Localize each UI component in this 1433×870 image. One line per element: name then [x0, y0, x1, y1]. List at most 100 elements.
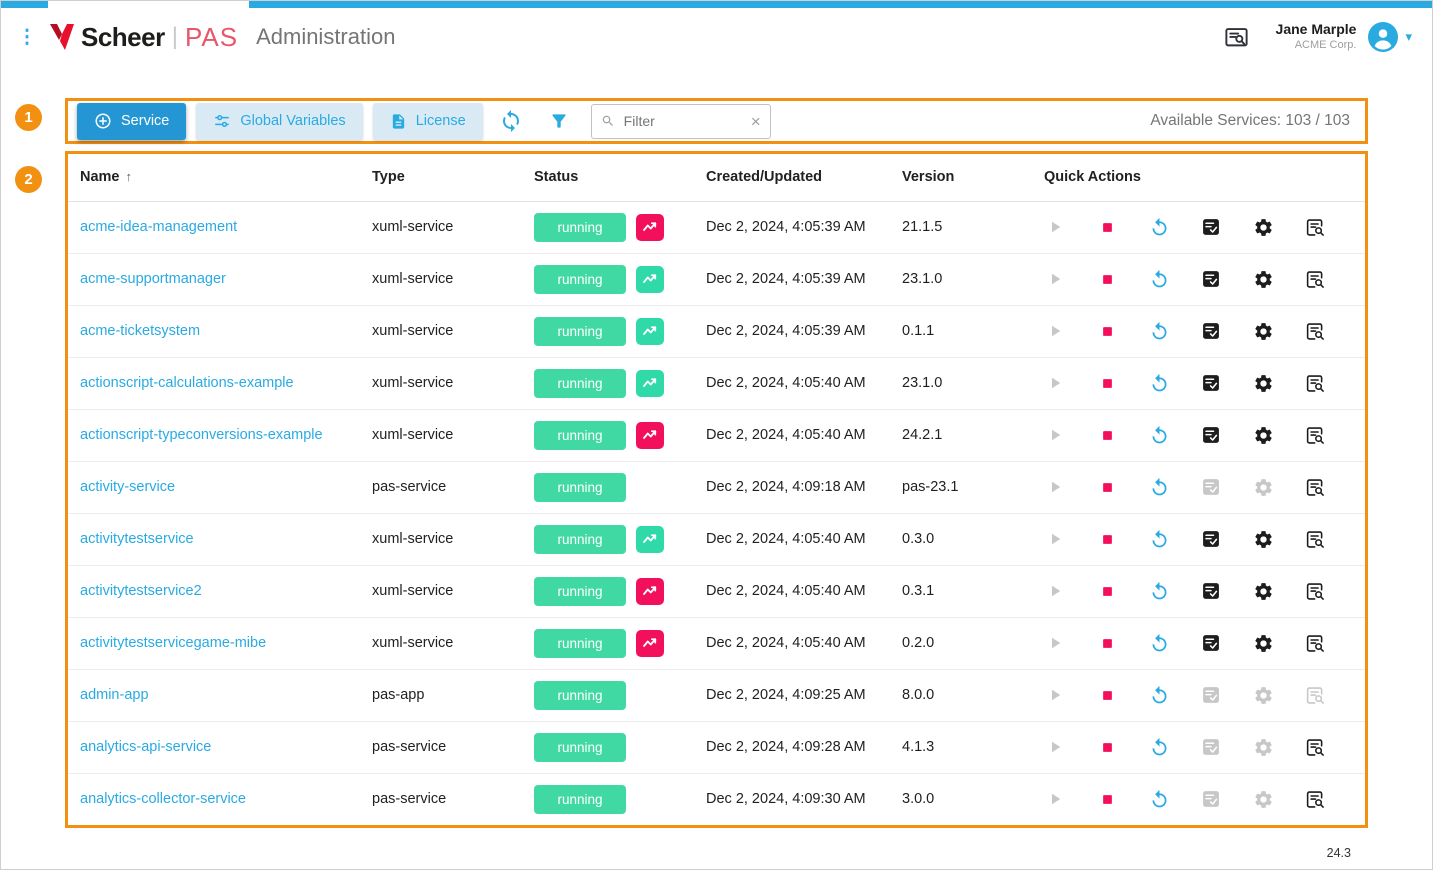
restart-icon-button[interactable]	[1148, 321, 1170, 342]
restart-icon-button[interactable]	[1148, 425, 1170, 446]
logs-icon-button[interactable]	[1200, 269, 1222, 289]
restart-icon-button[interactable]	[1148, 581, 1170, 602]
logs-icon-button[interactable]	[1200, 529, 1222, 549]
restart-icon-button[interactable]	[1148, 269, 1170, 290]
logs-icon-button[interactable]	[1200, 373, 1222, 393]
api-docs-icon-button[interactable]	[1304, 737, 1326, 758]
stop-icon-button[interactable]	[1096, 688, 1118, 703]
column-header-created[interactable]: Created/Updated	[694, 154, 890, 201]
start-icon-button[interactable]	[1044, 322, 1066, 340]
service-name-link[interactable]: activitytestservice	[80, 531, 194, 547]
service-name-link[interactable]: activitytestservicegame-mibe	[80, 635, 266, 651]
settings-icon-button[interactable]	[1252, 373, 1274, 394]
monitoring-chart-icon[interactable]	[636, 318, 664, 345]
service-name-link[interactable]: acme-idea-management	[80, 219, 237, 235]
license-button[interactable]: License	[373, 103, 483, 140]
refresh-list-icon[interactable]	[499, 109, 523, 133]
stop-icon-button[interactable]	[1096, 220, 1118, 235]
user-avatar[interactable]	[1368, 22, 1398, 52]
settings-icon-button[interactable]	[1252, 321, 1274, 342]
settings-icon-button[interactable]	[1252, 269, 1274, 290]
monitoring-chart-icon[interactable]	[636, 630, 664, 657]
settings-icon-button[interactable]	[1252, 789, 1274, 810]
monitoring-chart-icon[interactable]	[636, 370, 664, 397]
restart-icon-button[interactable]	[1148, 477, 1170, 498]
column-header-name[interactable]: Name↑	[68, 154, 360, 201]
service-name-link[interactable]: admin-app	[80, 687, 149, 703]
service-name-link[interactable]: analytics-collector-service	[80, 791, 246, 807]
monitoring-chart-icon[interactable]	[636, 214, 664, 241]
start-icon-button[interactable]	[1044, 374, 1066, 392]
restart-icon-button[interactable]	[1148, 217, 1170, 238]
api-docs-icon-button[interactable]	[1304, 789, 1326, 810]
logs-icon-button[interactable]	[1200, 633, 1222, 653]
api-docs-icon-button[interactable]	[1304, 685, 1326, 706]
logs-icon-button[interactable]	[1200, 581, 1222, 601]
stop-icon-button[interactable]	[1096, 324, 1118, 339]
filter-funnel-icon[interactable]	[549, 111, 569, 131]
column-header-version[interactable]: Version	[890, 154, 1032, 201]
service-name-link[interactable]: acme-supportmanager	[80, 271, 226, 287]
api-docs-icon-button[interactable]	[1304, 321, 1326, 342]
logs-icon-button[interactable]	[1200, 217, 1222, 237]
start-icon-button[interactable]	[1044, 790, 1066, 808]
start-icon-button[interactable]	[1044, 582, 1066, 600]
settings-icon-button[interactable]	[1252, 581, 1274, 602]
log-analyzer-icon[interactable]	[1223, 24, 1250, 51]
stop-icon-button[interactable]	[1096, 272, 1118, 287]
restart-icon-button[interactable]	[1148, 633, 1170, 654]
clear-filter-icon[interactable]: ×	[751, 113, 761, 130]
logs-icon-button[interactable]	[1200, 789, 1222, 809]
service-name-link[interactable]: acme-ticketsystem	[80, 323, 200, 339]
stop-icon-button[interactable]	[1096, 740, 1118, 755]
menu-kebab-icon[interactable]: ⋮	[9, 26, 45, 49]
settings-icon-button[interactable]	[1252, 217, 1274, 238]
api-docs-icon-button[interactable]	[1304, 477, 1326, 498]
start-icon-button[interactable]	[1044, 530, 1066, 548]
column-header-type[interactable]: Type	[360, 154, 522, 201]
monitoring-chart-icon[interactable]	[636, 266, 664, 293]
stop-icon-button[interactable]	[1096, 636, 1118, 651]
service-name-link[interactable]: actionscript-calculations-example	[80, 375, 294, 391]
api-docs-icon-button[interactable]	[1304, 425, 1326, 446]
start-icon-button[interactable]	[1044, 478, 1066, 496]
settings-icon-button[interactable]	[1252, 477, 1274, 498]
restart-icon-button[interactable]	[1148, 789, 1170, 810]
stop-icon-button[interactable]	[1096, 376, 1118, 391]
restart-icon-button[interactable]	[1148, 737, 1170, 758]
start-icon-button[interactable]	[1044, 270, 1066, 288]
restart-icon-button[interactable]	[1148, 685, 1170, 706]
monitoring-chart-icon[interactable]	[636, 422, 664, 449]
settings-icon-button[interactable]	[1252, 633, 1274, 654]
logs-icon-button[interactable]	[1200, 425, 1222, 445]
settings-icon-button[interactable]	[1252, 685, 1274, 706]
service-name-link[interactable]: activitytestservice2	[80, 583, 202, 599]
logs-icon-button[interactable]	[1200, 477, 1222, 497]
service-name-link[interactable]: activity-service	[80, 479, 175, 495]
logs-icon-button[interactable]	[1200, 321, 1222, 341]
start-icon-button[interactable]	[1044, 686, 1066, 704]
start-icon-button[interactable]	[1044, 738, 1066, 756]
stop-icon-button[interactable]	[1096, 428, 1118, 443]
api-docs-icon-button[interactable]	[1304, 633, 1326, 654]
settings-icon-button[interactable]	[1252, 737, 1274, 758]
chevron-down-icon[interactable]: ▾	[1405, 29, 1412, 45]
service-name-link[interactable]: analytics-api-service	[80, 739, 211, 755]
api-docs-icon-button[interactable]	[1304, 581, 1326, 602]
restart-icon-button[interactable]	[1148, 373, 1170, 394]
start-icon-button[interactable]	[1044, 634, 1066, 652]
service-name-link[interactable]: actionscript-typeconversions-example	[80, 427, 323, 443]
start-icon-button[interactable]	[1044, 426, 1066, 444]
start-icon-button[interactable]	[1044, 218, 1066, 236]
stop-icon-button[interactable]	[1096, 584, 1118, 599]
add-service-button[interactable]: Service	[77, 103, 186, 140]
stop-icon-button[interactable]	[1096, 532, 1118, 547]
global-variables-button[interactable]: Global Variables	[196, 103, 362, 140]
restart-icon-button[interactable]	[1148, 529, 1170, 550]
api-docs-icon-button[interactable]	[1304, 373, 1326, 394]
monitoring-chart-icon[interactable]	[636, 526, 664, 553]
stop-icon-button[interactable]	[1096, 792, 1118, 807]
settings-icon-button[interactable]	[1252, 425, 1274, 446]
filter-input[interactable]	[622, 112, 744, 130]
logs-icon-button[interactable]	[1200, 685, 1222, 705]
